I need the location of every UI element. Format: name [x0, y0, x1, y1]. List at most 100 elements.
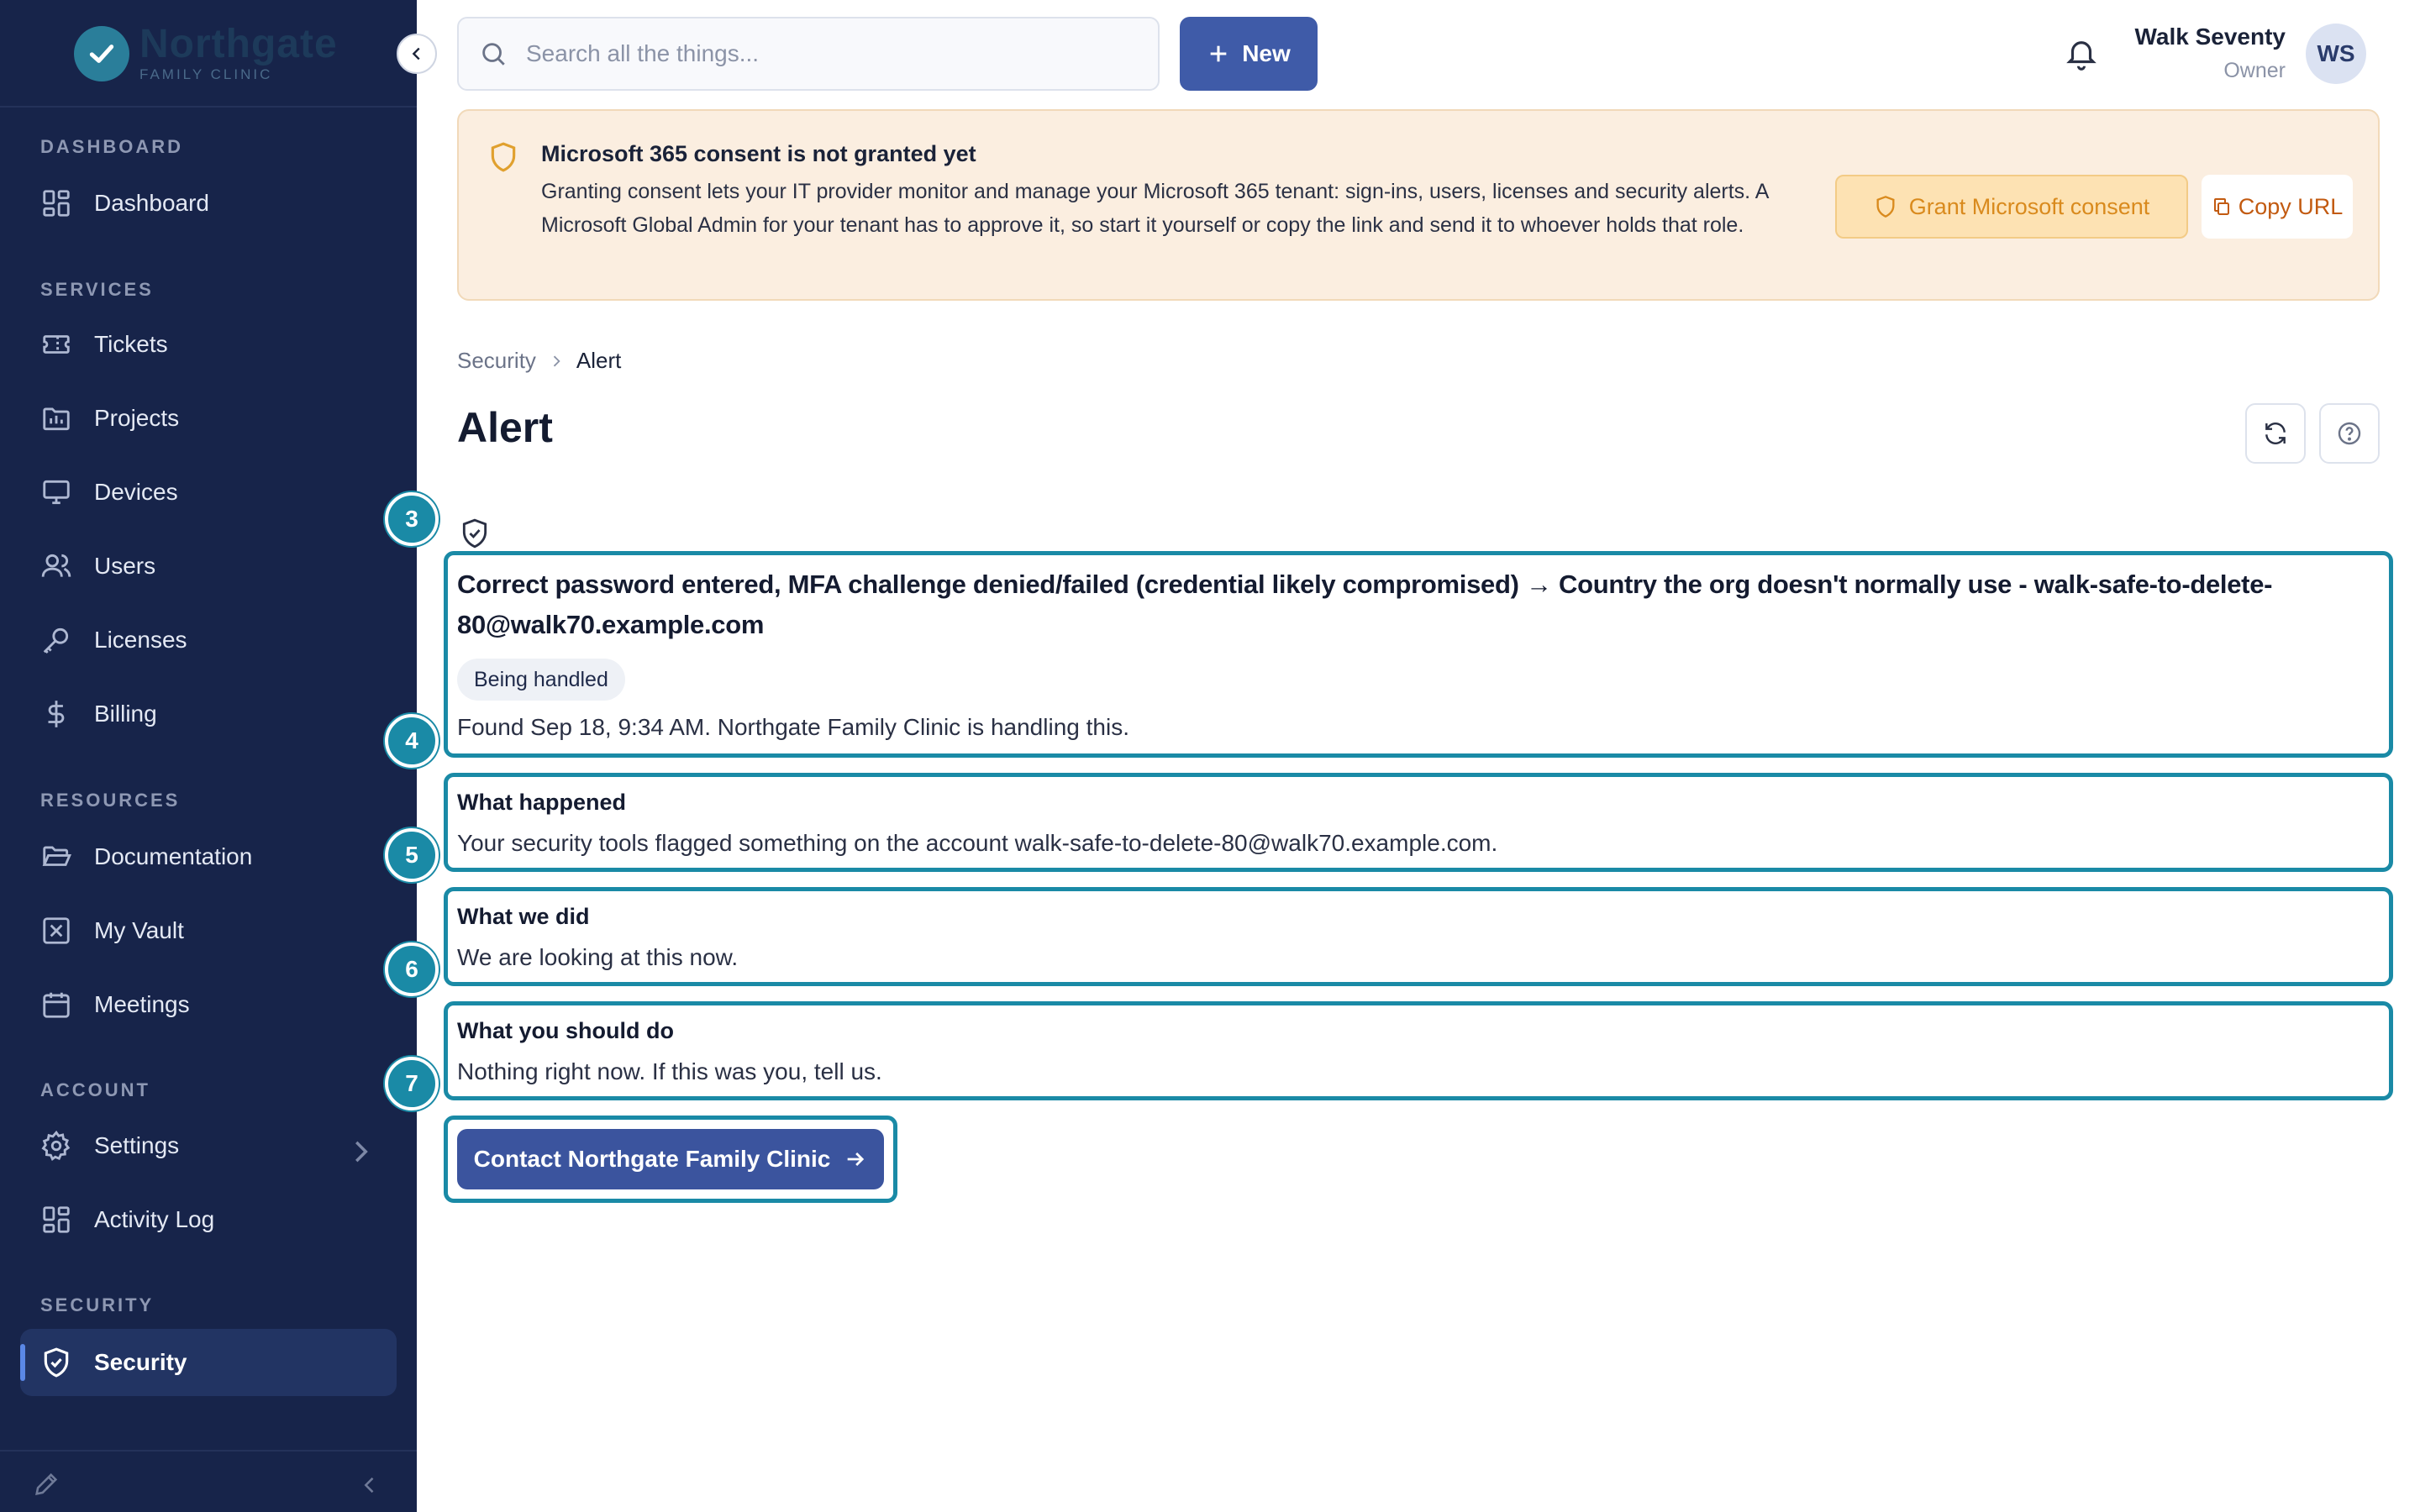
monitor-icon	[43, 480, 70, 505]
sidebar-item-label: Meetings	[94, 991, 190, 1017]
chevron-right-icon	[355, 1141, 368, 1163]
section-label-dashboard: DASHBOARD	[40, 136, 183, 157]
refresh-icon	[2265, 423, 2286, 444]
alert-found-text: Found Sep 18, 9:34 AM. Northgate Family …	[457, 714, 1129, 740]
copy-icon	[2213, 198, 2229, 215]
grid-icon	[43, 1206, 70, 1233]
arrow-right-icon	[848, 1152, 865, 1166]
what-you-should-do-heading: What you should do	[457, 1018, 674, 1043]
sidebar-item-label: My Vault	[94, 917, 184, 943]
sidebar-item-label: Users	[94, 553, 156, 579]
copy-url-label: Copy URL	[2238, 193, 2344, 219]
search-bar[interactable]	[457, 17, 1160, 91]
bell-icon[interactable]	[2064, 35, 2099, 71]
new-button-label: New	[1242, 40, 1291, 66]
sidebar-item-label: Documentation	[94, 843, 253, 869]
sidebar-item-label: Activity Log	[94, 1206, 215, 1232]
folder-open-icon	[42, 846, 71, 866]
help-circle-icon	[2338, 422, 2361, 445]
sidebar-item-label: Dashboard	[94, 190, 209, 216]
sidebar-item-activity-log[interactable]: Activity Log	[20, 1186, 397, 1253]
alert-title: Correct password entered, MFA challenge …	[457, 570, 2273, 639]
sidebar-item-tickets[interactable]: Tickets	[20, 311, 397, 378]
brand-logo[interactable]: Northgate FAMILY CLINIC	[74, 20, 338, 87]
what-happened-text: Your security tools flagged something on…	[457, 830, 1498, 856]
grant-consent-button[interactable]: Grant Microsoft consent	[1835, 175, 2188, 239]
grid-icon	[43, 190, 70, 217]
section-label-security: SECURITY	[40, 1294, 155, 1315]
section-label-services: SERVICES	[40, 279, 154, 300]
search-input[interactable]	[526, 40, 1131, 67]
breadcrumb-security-link[interactable]: Security	[457, 348, 536, 374]
step-marker-6: 6	[385, 942, 439, 996]
refresh-button[interactable]	[2245, 403, 2306, 464]
sidebar-item-dashboard[interactable]: Dashboard	[20, 170, 397, 237]
consent-banner: Microsoft 365 consent is not granted yet…	[457, 109, 2380, 301]
what-we-did-heading: What we did	[457, 904, 590, 929]
step-marker-7: 7	[385, 1057, 439, 1110]
sidebar-item-vault[interactable]: My Vault	[20, 897, 397, 964]
search-icon	[482, 43, 505, 66]
avatar[interactable]: WS	[2306, 24, 2366, 84]
checkmark-logo-icon	[74, 26, 129, 81]
calendar-icon	[43, 992, 70, 1018]
sidebar-item-security[interactable]: Security	[20, 1329, 397, 1396]
shield-icon	[1876, 196, 1895, 218]
new-button[interactable]: New	[1180, 17, 1318, 91]
sidebar-item-meetings[interactable]: Meetings	[20, 971, 397, 1038]
brand-subtitle: FAMILY CLINIC	[139, 66, 273, 82]
highlight-what-we-did	[444, 887, 2393, 986]
copy-url-button[interactable]: Copy URL	[2202, 175, 2353, 239]
breadcrumb: Security Alert	[457, 348, 621, 374]
dollar-icon	[48, 701, 65, 727]
user-name[interactable]: Walk Seventy	[2135, 24, 2286, 50]
sidebar-item-label: Tickets	[94, 331, 168, 357]
gear-icon	[41, 1130, 71, 1162]
ticket-icon	[43, 335, 70, 354]
sidebar: Northgate FAMILY CLINIC DASHBOARD Dashbo…	[0, 0, 417, 1512]
user-role: Owner	[2223, 59, 2286, 82]
what-you-should-do-text: Nothing right now. If this was you, tell…	[457, 1058, 882, 1084]
what-happened-heading: What happened	[457, 790, 626, 815]
banner-title: Microsoft 365 consent is not granted yet	[541, 141, 976, 166]
sidebar-item-devices[interactable]: Devices	[20, 459, 397, 526]
section-label-resources: RESOURCES	[40, 790, 181, 811]
sidebar-collapse-button[interactable]	[397, 34, 437, 74]
help-button[interactable]	[2319, 403, 2380, 464]
sidebar-item-label: Settings	[94, 1132, 180, 1158]
shield-icon	[491, 142, 516, 172]
pencil-icon[interactable]	[32, 1470, 60, 1499]
vault-icon	[43, 917, 70, 944]
highlight-what-happened	[444, 773, 2393, 872]
status-badge: Being handled	[457, 659, 625, 701]
brand-name: Northgate	[139, 22, 338, 66]
sidebar-item-users[interactable]: Users	[20, 533, 397, 600]
shield-check-icon	[462, 518, 487, 549]
sidebar-item-label: Devices	[94, 479, 178, 505]
page-title: Alert	[457, 404, 553, 451]
contact-clinic-label: Contact Northgate Family Clinic	[473, 1146, 831, 1172]
step-marker-5: 5	[385, 828, 439, 882]
sidebar-item-billing[interactable]: Billing	[20, 680, 397, 748]
contact-clinic-button[interactable]: Contact Northgate Family Clinic	[457, 1129, 884, 1189]
sidebar-footer	[0, 1450, 417, 1512]
collapse-sidebar-icon[interactable]	[358, 1473, 381, 1497]
active-indicator	[20, 1344, 25, 1381]
highlight-what-you-should-do	[444, 1001, 2393, 1100]
plus-icon	[1210, 45, 1227, 62]
step-marker-3: 3	[385, 492, 439, 546]
banner-body: Granting consent lets your IT provider m…	[541, 180, 1768, 237]
sidebar-item-label: Licenses	[94, 627, 187, 653]
sidebar-divider	[0, 106, 417, 108]
brand-wordmark: Northgate FAMILY CLINIC	[139, 24, 338, 83]
key-icon	[43, 627, 69, 654]
sidebar-item-documentation[interactable]: Documentation	[20, 823, 397, 890]
sidebar-item-licenses[interactable]: Licenses	[20, 606, 397, 674]
sidebar-item-label: Billing	[94, 701, 157, 727]
breadcrumb-current: Alert	[576, 348, 622, 373]
sidebar-item-projects[interactable]: Projects	[20, 385, 397, 452]
sidebar-item-settings[interactable]: Settings	[20, 1112, 397, 1179]
what-we-did-text: We are looking at this now.	[457, 944, 739, 970]
sidebar-item-label: Projects	[94, 405, 180, 431]
folder-chart-icon	[43, 407, 70, 431]
